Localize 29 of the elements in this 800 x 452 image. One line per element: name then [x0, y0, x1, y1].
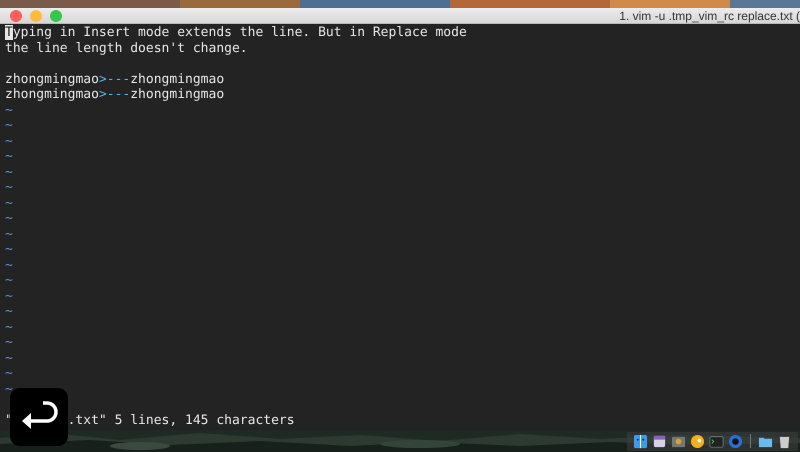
empty-line-marker: ~: [5, 320, 14, 335]
close-button[interactable]: [10, 10, 22, 22]
text-line: zhongmingmao>---zhongmingmao: [5, 72, 226, 87]
empty-line-marker: ~: [5, 102, 14, 118]
empty-line-marker: ~: [5, 242, 14, 258]
terminal-icon[interactable]: [709, 434, 724, 448]
status-message: .txt" 5 lines, 145 characters: [68, 412, 295, 428]
empty-line-marker: ~: [5, 149, 14, 164]
return-button[interactable]: [10, 388, 68, 446]
text-line: the line length doesn't change.: [5, 40, 249, 56]
window-title: 1. vim -u .tmp_vim_rc replace.txt (: [619, 8, 800, 22]
empty-line-marker: ~: [5, 382, 14, 397]
empty-line-marker: ~: [5, 350, 14, 366]
empty-line-marker: ~: [5, 164, 14, 180]
empty-line-marker: ~: [5, 118, 14, 134]
empty-line-marker: ~: [5, 180, 14, 196]
text-line: Typing in Insert mode extends the line. But in Replace mode: [5, 25, 468, 40]
empty-line-marker: ~: [5, 366, 14, 382]
app-icon[interactable]: [690, 434, 705, 448]
empty-line-marker: ~: [5, 211, 14, 226]
empty-line-marker: ~: [5, 288, 14, 304]
empty-line-marker: ~: [5, 304, 14, 320]
empty-line-marker: ~: [5, 258, 14, 273]
empty-line-marker: ~: [5, 226, 14, 242]
text-line: zhongmingmao>---zhongmingmao: [5, 87, 226, 102]
empty-line-marker: ~: [5, 196, 14, 211]
empty-line-marker: ~: [5, 134, 14, 149]
empty-line-marker: ~: [5, 273, 14, 288]
empty-line-marker: ~: [5, 335, 14, 350]
